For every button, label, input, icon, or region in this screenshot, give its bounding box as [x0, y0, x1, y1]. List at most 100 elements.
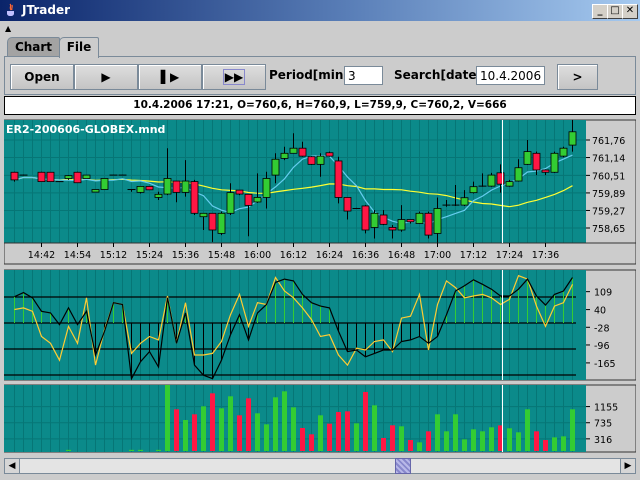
candle-up	[181, 180, 190, 193]
price-tick-label: 761,76	[592, 136, 625, 147]
window-title: JTrader	[22, 3, 70, 17]
candle-down	[10, 171, 19, 181]
candle-up	[505, 181, 514, 187]
candle-up	[460, 197, 469, 206]
step-forward-icon: ▌▶	[160, 70, 180, 84]
volume-bar	[372, 405, 377, 451]
volume-bar	[228, 396, 233, 451]
candle-down	[307, 156, 316, 165]
fast-forward-button[interactable]: ▶▶	[202, 64, 266, 90]
volume-bar	[507, 428, 512, 451]
horizontal-scrollbar[interactable]	[4, 458, 636, 474]
period-input[interactable]: 3	[344, 66, 383, 85]
volume-bar	[354, 423, 359, 451]
candle-up	[568, 131, 577, 146]
volume-bar	[66, 449, 71, 451]
scrollbar-thumb[interactable]	[395, 458, 411, 474]
tab-chart[interactable]: Chart	[7, 37, 60, 57]
volume-bar	[525, 409, 530, 451]
candle-up	[523, 151, 532, 165]
play-button[interactable]: ▶	[74, 64, 138, 90]
price-tick-label: 760,51	[592, 171, 625, 182]
candle-up	[82, 174, 91, 179]
tab-file[interactable]: File	[59, 37, 99, 58]
minimize-button[interactable]: _	[592, 4, 608, 19]
candle-down	[388, 227, 397, 231]
volume-bar	[336, 412, 341, 451]
time-tick-label: 15:24	[136, 250, 163, 261]
ohlc-info-bar: 10.4.2006 17:21, O=760,6, H=760,9, L=759…	[4, 96, 636, 115]
candle-up	[64, 175, 73, 179]
time-tick-label: 17:12	[460, 250, 487, 261]
play-icon: ▶	[101, 70, 111, 84]
go-button[interactable]: >	[557, 64, 598, 90]
period-label: Period[min]:	[269, 68, 354, 82]
price-tick-label: 761,14	[592, 154, 625, 165]
volume-bar	[237, 415, 242, 451]
oscillator-chart[interactable]: 109 40 -28 -96 -165	[4, 269, 636, 381]
volume-bar	[381, 438, 386, 451]
candle-down	[541, 169, 550, 173]
candle-down	[334, 160, 343, 198]
step-button[interactable]: ▌▶	[138, 64, 202, 90]
candle-up	[271, 158, 280, 176]
search-date-label: Search[date]:	[394, 68, 487, 82]
candle-up	[370, 212, 379, 228]
volume-bar	[246, 398, 251, 451]
volume-bar	[390, 425, 395, 451]
candle-up	[154, 193, 163, 198]
search-date-input[interactable]: 10.4.2006	[476, 66, 545, 85]
candle-down	[343, 197, 352, 212]
price-chart[interactable]: 761,76 761,14 760,51 759,89 759,27 758,65 14:4…	[4, 119, 636, 265]
candle-up	[415, 212, 424, 224]
volume-bar	[363, 391, 368, 451]
time-tick-label: 14:42	[28, 250, 55, 261]
oscillator-tick-label: -165	[594, 359, 616, 370]
candle-down	[298, 147, 307, 157]
candle-up	[316, 155, 325, 165]
scroll-left-button[interactable]: ◀	[4, 458, 20, 474]
price-tick-label: 758,65	[592, 224, 625, 235]
oscillator-tick-label: -96	[594, 341, 610, 352]
volume-bar	[192, 414, 197, 451]
volume-bar	[255, 413, 260, 451]
fast-forward-icon: ▶▶	[222, 69, 246, 85]
time-tick-label: 17:24	[496, 250, 523, 261]
volume-bar	[183, 420, 188, 451]
candle-down	[73, 171, 82, 184]
candle-up	[253, 197, 262, 203]
candle-up	[217, 212, 226, 234]
volume-bar	[453, 414, 458, 451]
time-tick-label: 16:00	[244, 250, 271, 261]
volume-bar	[129, 449, 134, 451]
time-tick-label: 17:00	[424, 250, 451, 261]
maximize-button[interactable]: □	[607, 4, 623, 19]
volume-tick-label: 316	[594, 435, 612, 446]
open-button[interactable]: Open	[10, 64, 74, 90]
time-tick-label: 15:48	[208, 250, 235, 261]
volume-bar	[291, 407, 296, 451]
volume-bar	[327, 423, 332, 451]
scroll-right-button[interactable]: ▶	[620, 458, 636, 474]
volume-bar	[426, 431, 431, 451]
time-tick-label: 16:36	[352, 250, 379, 261]
volume-bar	[570, 409, 575, 451]
volume-bar	[444, 431, 449, 451]
volume-tick-label: 1155	[594, 403, 618, 414]
volume-chart[interactable]: 1155 735 316	[4, 384, 636, 454]
candle-down	[406, 219, 415, 223]
arrow-left-icon: ◀	[8, 461, 16, 471]
candle-up	[100, 178, 109, 190]
collapse-arrow-icon[interactable]: ▲	[5, 24, 11, 33]
candle-down	[208, 212, 217, 231]
candle-up	[289, 147, 298, 154]
time-tick-label: 17:36	[532, 250, 559, 261]
candle-up	[559, 147, 568, 157]
candle-up	[397, 219, 406, 231]
volume-bar	[138, 449, 143, 451]
candle-up	[226, 192, 235, 214]
close-button[interactable]: ✕	[622, 4, 638, 19]
candle-up	[487, 174, 496, 187]
volume-bar	[264, 424, 269, 451]
time-tick-label: 14:54	[64, 250, 91, 261]
